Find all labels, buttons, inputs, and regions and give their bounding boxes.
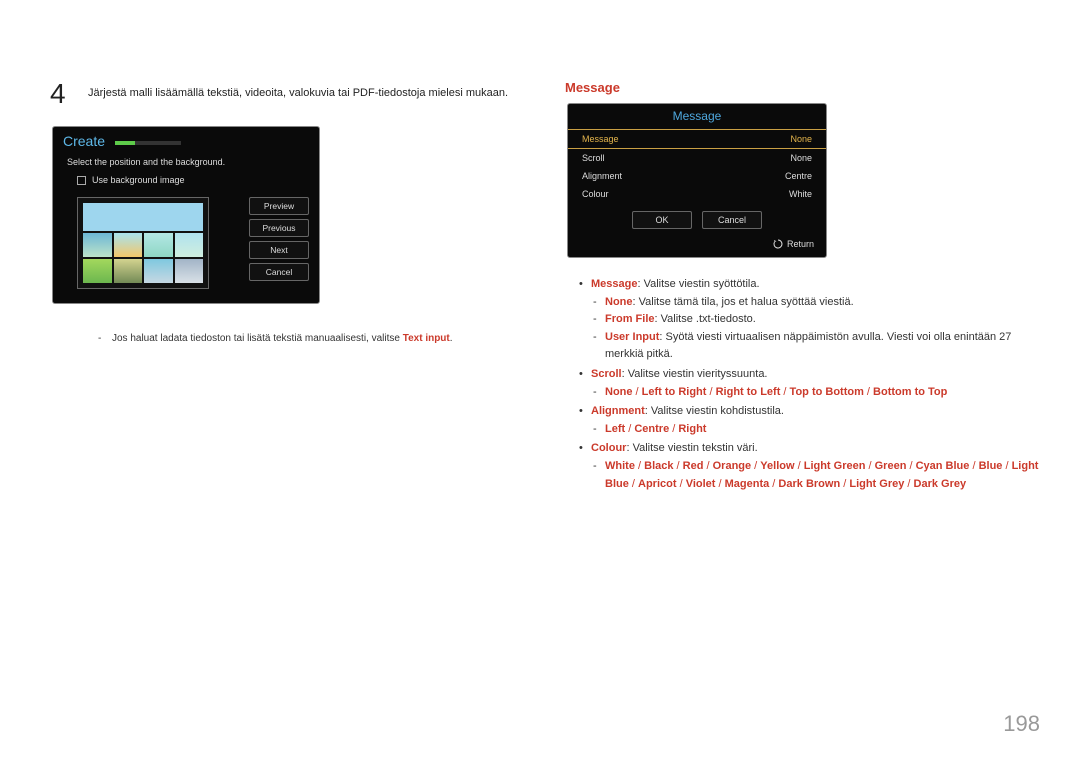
ok-button[interactable]: OK bbox=[632, 211, 692, 229]
step-number: 4 bbox=[50, 80, 74, 108]
previous-button[interactable]: Previous bbox=[249, 219, 309, 237]
row-message[interactable]: MessageNone bbox=[568, 129, 826, 149]
thumbs-frame[interactable] bbox=[77, 197, 209, 289]
checkbox-icon[interactable] bbox=[77, 176, 86, 185]
create-panel: Create Select the position and the backg… bbox=[52, 126, 320, 304]
step-text: Järjestä malli lisäämällä tekstiä, video… bbox=[88, 80, 508, 108]
step-row: 4 Järjestä malli lisäämällä tekstiä, vid… bbox=[50, 80, 525, 108]
thumb-image[interactable] bbox=[175, 259, 204, 283]
row-alignment[interactable]: AlignmentCentre bbox=[568, 167, 826, 185]
use-bg-row[interactable]: Use background image bbox=[77, 175, 239, 185]
thumb-image[interactable] bbox=[114, 259, 143, 283]
thumb-image[interactable] bbox=[175, 233, 204, 257]
row-colour[interactable]: ColourWhite bbox=[568, 185, 826, 203]
cancel-button-msg[interactable]: Cancel bbox=[702, 211, 762, 229]
return-label: Return bbox=[787, 239, 814, 249]
msg-panel-title: Message bbox=[568, 104, 826, 129]
thumb-image[interactable] bbox=[144, 233, 173, 257]
thumb-image[interactable] bbox=[83, 233, 112, 257]
create-subtitle: Select the position and the background. bbox=[53, 151, 319, 175]
message-panel: Message MessageNone ScrollNone Alignment… bbox=[567, 103, 827, 258]
create-title: Create bbox=[63, 133, 105, 149]
cancel-button[interactable]: Cancel bbox=[249, 263, 309, 281]
use-bg-label: Use background image bbox=[92, 175, 185, 185]
preview-button[interactable]: Preview bbox=[249, 197, 309, 215]
footnote-left: Jos haluat ladata tiedoston tai lisätä t… bbox=[90, 332, 525, 346]
next-button[interactable]: Next bbox=[249, 241, 309, 259]
message-heading: Message bbox=[565, 80, 1040, 95]
return-icon bbox=[773, 239, 783, 249]
thumb-image[interactable] bbox=[144, 259, 173, 283]
thumb-image[interactable] bbox=[114, 233, 143, 257]
row-scroll[interactable]: ScrollNone bbox=[568, 149, 826, 167]
progress-bar bbox=[115, 141, 181, 145]
bullet-list: Message: Valitse viestin syöttötila. Non… bbox=[577, 276, 1040, 493]
thumb-image[interactable] bbox=[83, 259, 112, 283]
page-number: 198 bbox=[1003, 711, 1040, 737]
return-row[interactable]: Return bbox=[568, 235, 826, 257]
